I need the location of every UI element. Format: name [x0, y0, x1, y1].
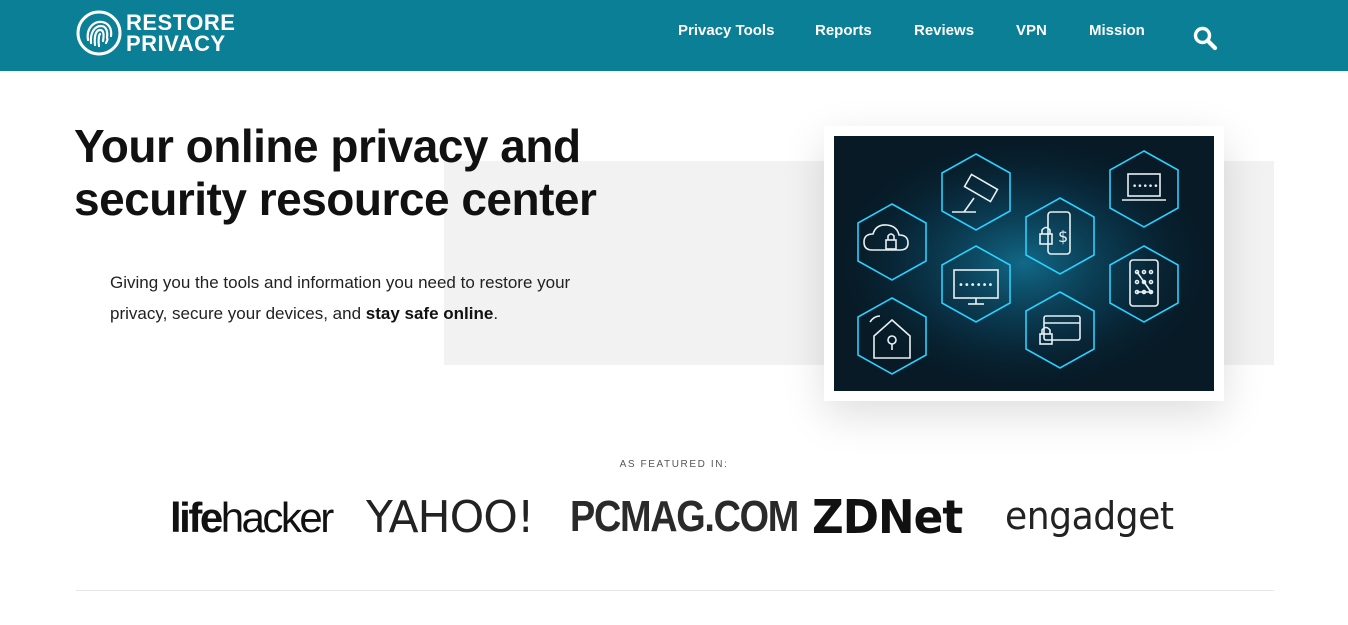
- logo-line-2: PRIVACY: [126, 31, 226, 56]
- nav-item-reviews[interactable]: Reviews: [914, 22, 974, 39]
- lifehacker-logo: lifehacker: [170, 494, 335, 542]
- svg-text:••••••: ••••••: [958, 280, 993, 291]
- hero-illustration: $ ••••• ••••••: [834, 136, 1214, 391]
- featured-in-label: AS FEATURED IN:: [619, 459, 729, 470]
- nav-item-mission[interactable]: Mission: [1089, 22, 1145, 39]
- lifehacker-logo-part-2: hacker: [220, 494, 335, 541]
- top-navigation-bar: RESTORE PRIVACY Privacy Tools Reports Re…: [0, 0, 1348, 71]
- site-logo[interactable]: RESTORE PRIVACY: [76, 10, 235, 56]
- nav-item-privacy-tools[interactable]: Privacy Tools: [678, 22, 774, 39]
- pcmag-logo: PCMAG.COM: [570, 492, 799, 541]
- hero-subtitle-emphasis: stay safe online: [365, 304, 494, 323]
- site-logo-text: RESTORE PRIVACY: [126, 10, 236, 56]
- hero-title: Your online privacy and security resourc…: [74, 120, 597, 225]
- hero-subtitle: Giving you the tools and information you…: [110, 267, 580, 329]
- zdnet-logo: ZDNet: [812, 490, 963, 544]
- yahoo-logo: YAHOO!: [366, 492, 535, 543]
- lifehacker-logo-part-1: life: [170, 494, 223, 541]
- press-logos: lifehacker YAHOO! PCMAG.COM ZDNet engadg…: [0, 490, 1348, 546]
- hero-subtitle-end: .: [493, 304, 499, 323]
- search-icon[interactable]: [1192, 25, 1218, 51]
- engadget-logo: engadget: [1005, 494, 1174, 538]
- hero-subtitle-text: Giving you the tools and information you…: [110, 273, 571, 323]
- nav-item-vpn[interactable]: VPN: [1016, 22, 1047, 39]
- svg-text:$: $: [1058, 227, 1068, 246]
- logo-line-1: RESTORE: [126, 10, 236, 35]
- nav-item-reports[interactable]: Reports: [815, 22, 872, 39]
- section-divider: [76, 590, 1274, 591]
- hero-image-frame: $ ••••• ••••••: [824, 126, 1224, 401]
- svg-text:•••••: •••••: [1132, 182, 1159, 192]
- fingerprint-icon: [76, 10, 122, 56]
